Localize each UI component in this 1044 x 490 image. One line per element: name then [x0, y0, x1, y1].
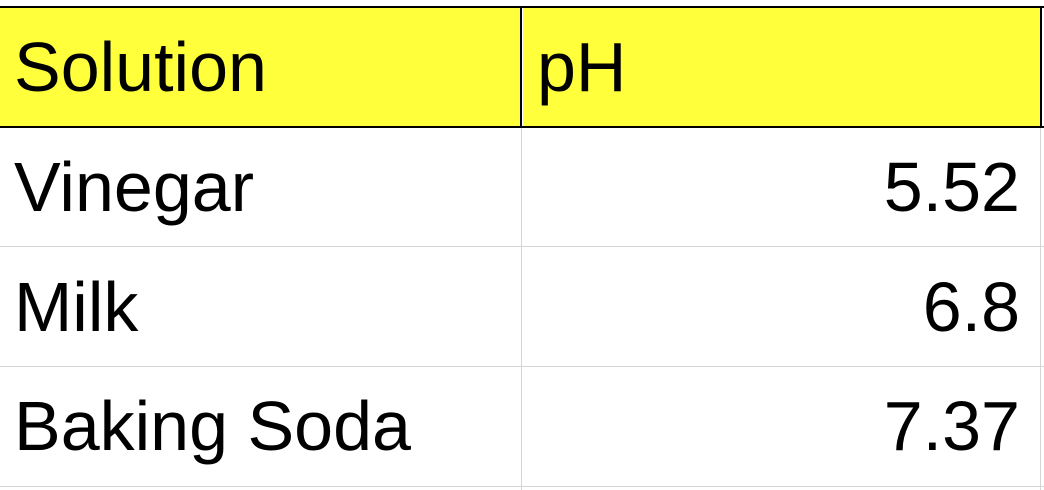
row-divider — [0, 366, 1044, 367]
header-right-border — [1040, 6, 1042, 128]
ph-value: 6.8 — [922, 267, 1020, 346]
header-ph-label: pH — [537, 28, 627, 106]
header-cell-ph[interactable]: pH — [523, 7, 1040, 127]
cell-solution-row-1[interactable]: Vinegar — [0, 128, 521, 246]
solution-name: Milk — [14, 267, 139, 346]
cell-ph-row-2[interactable]: 6.8 — [522, 247, 1040, 366]
header-column-divider — [520, 6, 522, 128]
ph-value: 7.37 — [883, 387, 1020, 465]
cell-ph-row-3[interactable]: 7.37 — [522, 367, 1040, 485]
row-divider — [0, 246, 1044, 247]
header-cell-solution[interactable]: Solution — [0, 7, 521, 127]
header-top-border — [0, 6, 1044, 8]
cell-solution-row-2[interactable]: Milk — [0, 247, 521, 366]
spreadsheet-table: Solution pH Vinegar 5.52 Milk 6.8 Baking… — [0, 0, 1044, 490]
cell-solution-row-3[interactable]: Baking Soda — [0, 367, 521, 485]
column-divider — [521, 128, 522, 490]
solution-name: Vinegar — [14, 148, 255, 226]
column-divider — [1040, 128, 1041, 490]
cell-ph-row-1[interactable]: 5.52 — [522, 128, 1040, 246]
solution-name: Baking Soda — [14, 387, 411, 465]
ph-value: 5.52 — [883, 148, 1020, 226]
header-solution-label: Solution — [14, 28, 267, 106]
header-bottom-border — [0, 126, 1044, 128]
row-divider — [0, 486, 1044, 487]
